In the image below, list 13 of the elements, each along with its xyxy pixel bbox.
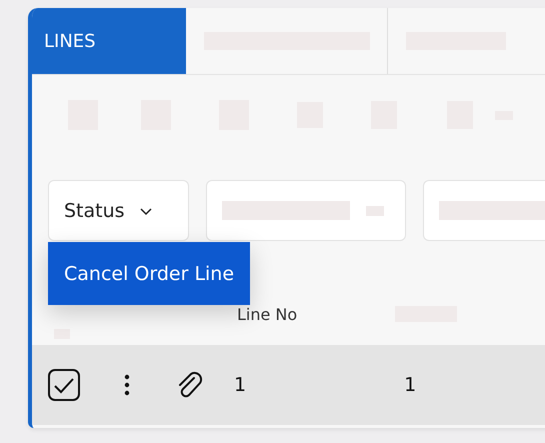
filter-field[interactable] xyxy=(206,180,406,241)
paperclip-icon[interactable] xyxy=(177,371,203,399)
tab[interactable] xyxy=(186,8,388,74)
column-header[interactable]: Line No xyxy=(237,304,298,324)
filter-field[interactable] xyxy=(423,180,545,241)
menu-item[interactable]: Cancel Order Line xyxy=(48,242,250,305)
tab[interactable]: LINES xyxy=(32,8,186,74)
table-cell: 1 xyxy=(234,374,246,396)
status-dropdown[interactable]: Status xyxy=(48,180,189,241)
checkbox[interactable] xyxy=(48,369,80,401)
table-cell: 1 xyxy=(404,374,416,396)
more-options-icon[interactable] xyxy=(124,373,130,397)
chevron-down-icon xyxy=(138,206,153,216)
